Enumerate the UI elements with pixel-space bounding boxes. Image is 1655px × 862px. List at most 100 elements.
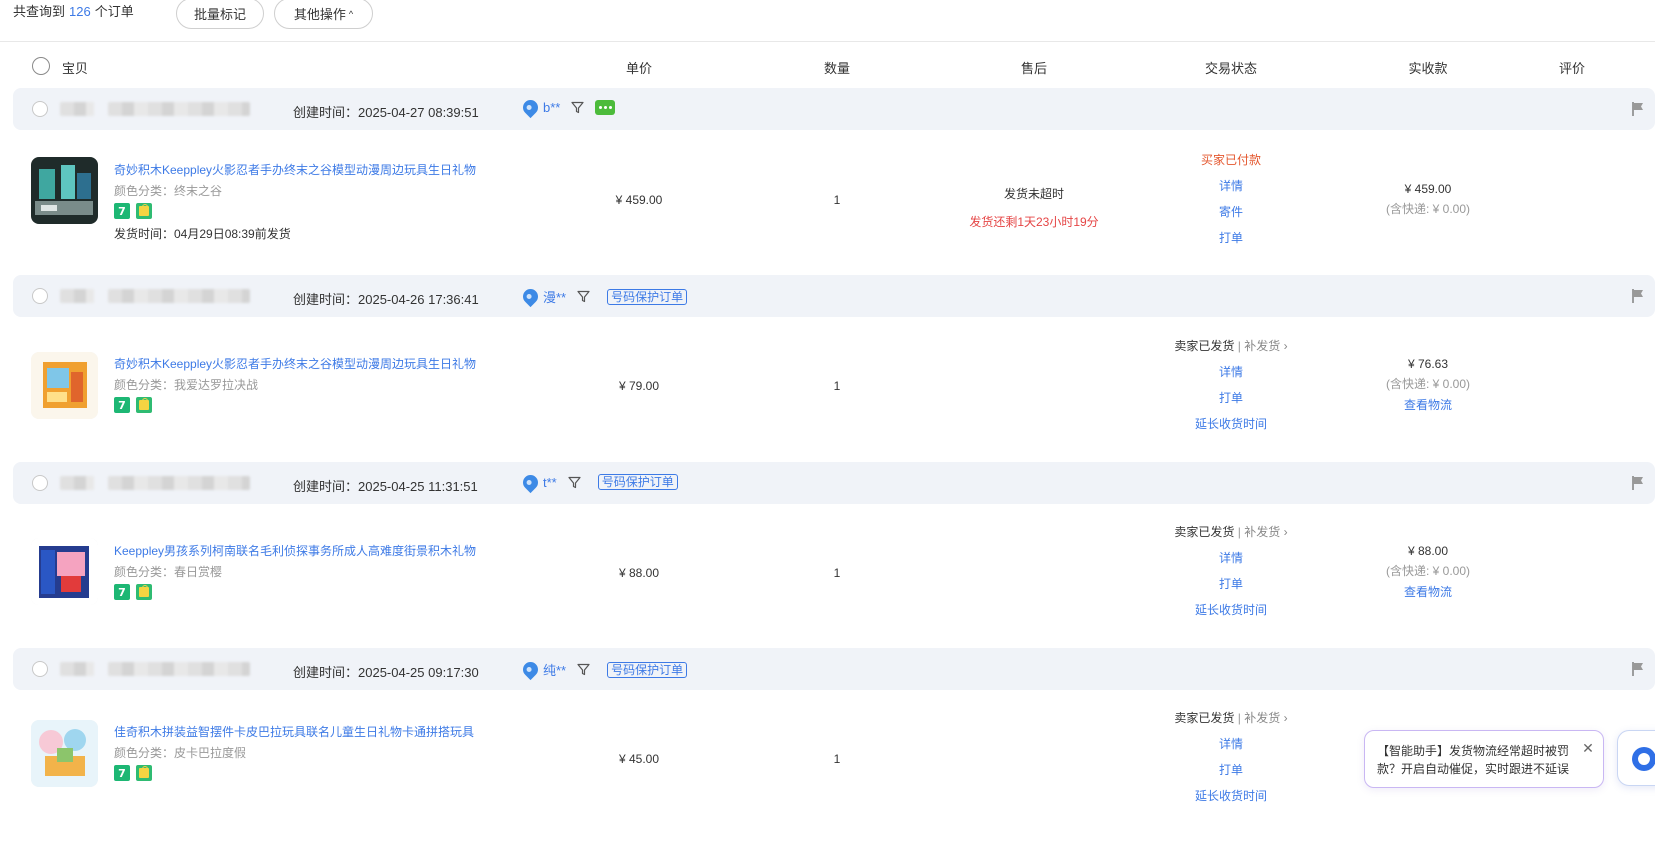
col-after-sale: 售后	[1020, 61, 1047, 76]
paid-amount: ¥ 76.63 (含快递: ¥ 0.00) 查看物流	[1308, 354, 1548, 416]
view-logistics-link[interactable]: 查看物流	[1308, 581, 1548, 603]
col-paid: 实收款	[1408, 61, 1448, 76]
product-title[interactable]: 奇妙积木Keeppley火影忍者手办终末之谷模型动漫周边玩具生日礼物	[114, 355, 476, 372]
buyer-info: b**	[519, 96, 616, 119]
order-checkbox[interactable]	[32, 288, 48, 304]
shopping-bag-icon	[136, 765, 152, 781]
seven-day-return-icon: 7	[114, 584, 130, 600]
filter-icon[interactable]	[577, 290, 590, 303]
created-time: 创建时间：2025-04-26 17:36:41	[293, 292, 479, 307]
filter-icon[interactable]	[577, 663, 590, 676]
buyer-info: 纯** 号码保护订单	[519, 658, 688, 681]
close-icon[interactable]: ✕	[1581, 741, 1595, 755]
print-link[interactable]: 打单	[1091, 225, 1371, 251]
seven-day-return-icon: 7	[114, 397, 130, 413]
order-id-redacted	[108, 476, 250, 490]
created-time: 创建时间：2025-04-25 09:17:30	[293, 665, 479, 680]
col-qty: 数量	[823, 61, 850, 76]
product-spec: 颜色分类：春日赏樱	[114, 565, 223, 579]
order-header: 创建时间：2025-04-26 17:36:41 漫** 号码保护订单	[13, 275, 1655, 317]
col-price: 单价	[625, 61, 652, 76]
select-all-checkbox[interactable]	[32, 57, 50, 75]
buyer-name[interactable]: 纯**	[543, 660, 566, 679]
number-protect-tag: 号码保护订单	[607, 661, 688, 678]
order-id-redacted	[60, 289, 94, 303]
col-eval: 评价	[1558, 61, 1585, 76]
reship-link[interactable]: 补发货	[1244, 525, 1280, 539]
buyer-name[interactable]: t**	[543, 475, 557, 490]
buyer-drop-icon	[519, 471, 542, 493]
number-protect-tag: 号码保护订单	[607, 288, 688, 305]
product-thumbnail[interactable]	[31, 720, 98, 787]
shopping-bag-icon	[136, 397, 152, 413]
paid-shipping: (含快递: ¥ 0.00)	[1385, 377, 1471, 391]
product-title[interactable]: Keeppley男孩系列柯南联名毛利侦探事务所成人高难度街景积木礼物	[114, 542, 476, 559]
status-label: 卖家已发货	[1174, 339, 1235, 353]
product-spec: 颜色分类：终末之谷	[114, 184, 223, 198]
product-thumbnail[interactable]	[31, 352, 98, 419]
other-operations-label: 其他操作	[293, 7, 346, 22]
flag-icon[interactable]	[1631, 101, 1645, 117]
batch-mark-button[interactable]: 批量标记	[176, 0, 264, 29]
buyer-drop-icon	[519, 285, 542, 308]
filter-icon[interactable]	[571, 101, 584, 114]
service-tags: 7	[114, 584, 152, 600]
service-tags: 7	[114, 397, 152, 413]
product-title[interactable]: 佳奇积木拼装益智摆件卡皮巴拉玩具联名儿童生日礼物卡通拼搭玩具	[114, 723, 474, 740]
product-spec: 颜色分类：皮卡巴拉度假	[114, 746, 247, 760]
order-count: 126	[69, 4, 91, 19]
reship-link[interactable]: 补发货	[1244, 711, 1280, 725]
flag-icon[interactable]	[1631, 661, 1645, 677]
view-logistics-link[interactable]: 查看物流	[1308, 394, 1548, 416]
paid-shipping: (含快递: ¥ 0.00)	[1385, 564, 1471, 578]
quantity: 1	[833, 379, 841, 393]
paid-total: ¥ 76.63	[1407, 357, 1449, 371]
order-count-summary: 共查询到 126 个订单	[13, 4, 134, 20]
paid-amount: ¥ 459.00 (含快递: ¥ 0.00)	[1308, 179, 1548, 219]
product-title[interactable]: 奇妙积木Keeppley火影忍者手办终末之谷模型动漫周边玩具生日礼物	[114, 161, 476, 178]
unit-price: ¥ 79.00	[618, 379, 660, 393]
buyer-drop-icon	[519, 658, 542, 681]
assistant-text: 【智能助手】发货物流经常超时被罚款？开启自动催促，实时跟进不延误	[1377, 744, 1570, 776]
service-tags: 7	[114, 765, 152, 781]
paid-total: ¥ 459.00	[1404, 182, 1452, 196]
unit-price: ¥ 45.00	[618, 752, 660, 766]
seven-day-return-icon: 7	[114, 203, 130, 219]
quantity: 1	[833, 566, 841, 580]
buyer-name[interactable]: b**	[543, 100, 560, 115]
unit-price: ¥ 88.00	[618, 566, 660, 580]
shopping-bag-icon	[136, 203, 152, 219]
seven-day-return-icon: 7	[114, 765, 130, 781]
flag-icon[interactable]	[1631, 288, 1645, 304]
order-checkbox[interactable]	[32, 475, 48, 491]
order-id-redacted	[108, 102, 250, 116]
quantity: 1	[833, 193, 841, 207]
smart-assistant-tip[interactable]: 【智能助手】发货物流经常超时被罚款？开启自动催促，实时跟进不延误 ✕	[1364, 730, 1604, 788]
shopping-bag-icon	[136, 584, 152, 600]
product-thumbnail[interactable]	[31, 157, 98, 224]
filter-icon[interactable]	[568, 476, 581, 489]
other-operations-button[interactable]: 其他操作 ^	[274, 0, 373, 29]
order-row: Keeppley男孩系列柯南联名毛利侦探事务所成人高难度街景积木礼物 颜色分类：…	[13, 504, 1655, 649]
order-header: 创建时间：2025-04-25 11:31:51 t** 号码保护订单	[13, 462, 1655, 504]
status-label: 卖家已发货	[1174, 525, 1235, 539]
unit-price: ¥ 459.00	[615, 193, 663, 207]
order-checkbox[interactable]	[32, 661, 48, 677]
caret-up-icon: ^	[348, 8, 354, 19]
summary-suffix: 个订单	[94, 4, 134, 19]
buyer-info: 漫** 号码保护订单	[519, 285, 688, 308]
reship-link[interactable]: 补发货	[1244, 339, 1280, 353]
assistant-bot-button[interactable]	[1617, 730, 1655, 786]
status-label: 卖家已发货	[1174, 711, 1235, 725]
chat-icon[interactable]	[595, 100, 616, 115]
table-header: 宝贝 单价 数量 售后 交易状态 实收款 评价	[13, 44, 1655, 86]
order-checkbox[interactable]	[32, 101, 48, 117]
order-row: 奇妙积木Keeppley火影忍者手办终末之谷模型动漫周边玩具生日礼物 颜色分类：…	[13, 130, 1655, 275]
ship-deadline: 发货时间：04月29日08:39前发货	[114, 227, 291, 241]
flag-icon[interactable]	[1631, 475, 1645, 491]
buyer-info: t** 号码保护订单	[519, 471, 678, 493]
order-header: 创建时间：2025-04-25 09:17:30 纯** 号码保护订单	[13, 648, 1655, 690]
buyer-name[interactable]: 漫**	[543, 287, 566, 306]
product-thumbnail[interactable]	[31, 538, 98, 605]
col-goods: 宝贝	[62, 61, 89, 76]
